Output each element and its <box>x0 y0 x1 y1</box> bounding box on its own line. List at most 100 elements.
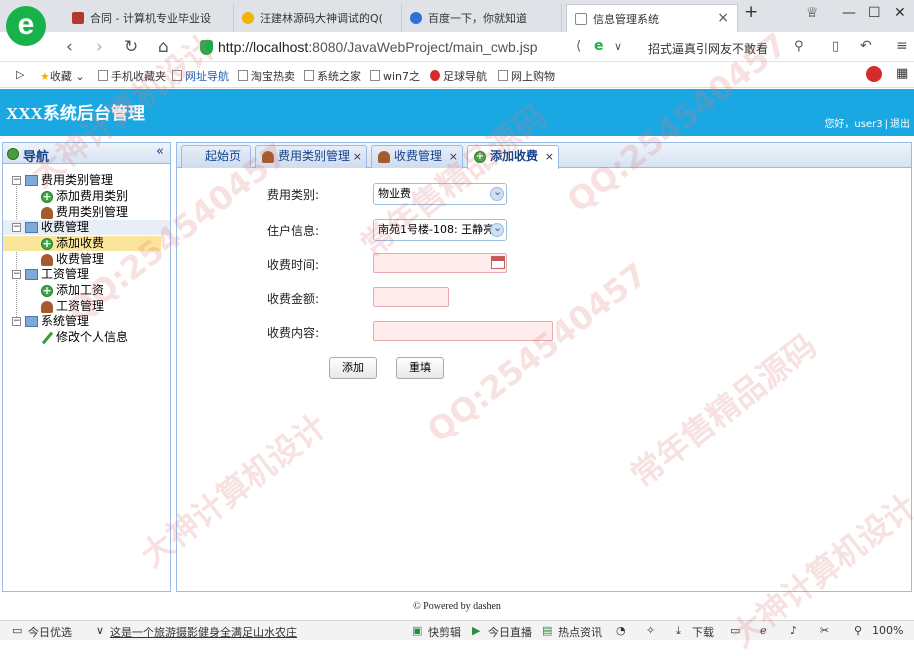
ie-mode-icon[interactable]: e <box>594 38 604 54</box>
tree-folder-salary[interactable]: − 工资管理 <box>3 267 170 282</box>
hot-news-link[interactable]: 热点资讯 <box>558 624 602 640</box>
url-input[interactable]: http://localhost:8080/JavaWebProject/mai… <box>196 37 576 58</box>
zoom-icon[interactable]: ⚲ <box>854 624 862 637</box>
fee-type-select[interactable]: 物业费 <box>373 182 507 205</box>
close-tab-icon[interactable]: × <box>717 10 729 26</box>
tree-item-add-charge[interactable]: + 添加收费 <box>3 236 161 251</box>
collapse-toggle-icon[interactable]: − <box>12 176 21 185</box>
tree-folder-charge[interactable]: − 收费管理 <box>3 220 170 235</box>
separator: | <box>884 119 888 130</box>
tree-item-add-fee-category[interactable]: + 添加费用类别 <box>3 189 170 204</box>
bookmark-favorites[interactable]: ★收藏 ⌄ <box>40 68 85 84</box>
phone-icon[interactable]: ▯ <box>832 39 839 54</box>
forward-icon[interactable]: › <box>96 37 103 57</box>
browser-tab[interactable]: 汪建林源码大神调试的Q( <box>234 4 402 32</box>
tree-item-charge-manage[interactable]: 收费管理 <box>3 252 170 267</box>
calendar-icon[interactable] <box>491 256 505 269</box>
tree-item-salary-manage[interactable]: 工资管理 <box>3 299 170 314</box>
skin-icon[interactable]: ♕ <box>806 5 819 21</box>
collapse-toggle-icon[interactable]: − <box>12 317 21 326</box>
bookmark-item[interactable]: 网址导航 <box>172 68 229 84</box>
browser-tab[interactable]: 合同 - 计算机专业毕业设 <box>64 4 234 32</box>
share-icon[interactable]: ⟨ <box>576 39 581 54</box>
chevron-down-icon[interactable] <box>490 218 504 238</box>
tool-icon[interactable]: ✧ <box>646 624 655 637</box>
reset-button[interactable]: 重填 <box>396 357 444 379</box>
browser-tab-active[interactable]: 信息管理系统 × <box>566 4 738 32</box>
close-tab-icon[interactable]: × <box>545 146 554 167</box>
undo-icon[interactable]: ↶ <box>860 38 872 54</box>
close-tab-icon[interactable]: × <box>353 146 362 167</box>
maximize-icon[interactable]: ☐ <box>868 5 881 21</box>
bookmark-item[interactable]: 网上购物 <box>498 68 555 84</box>
collapse-toggle-icon[interactable]: − <box>12 223 21 232</box>
apps-grid-icon[interactable]: ▦ <box>896 66 908 81</box>
bookmark-label: 收藏 <box>49 70 72 83</box>
screenshot-icon[interactable]: ✂ <box>820 624 829 637</box>
zoom-level[interactable]: 100% <box>872 624 903 637</box>
sidebar-toggle-icon[interactable]: ▷ <box>16 68 24 81</box>
minimize-icon[interactable]: — <box>842 5 856 21</box>
bookmark-item[interactable]: 足球导航 <box>430 68 487 84</box>
page-icon <box>498 70 508 81</box>
add-button[interactable]: 添加 <box>329 357 377 379</box>
content-input[interactable] <box>373 321 553 341</box>
tab-start-page[interactable]: 起始页 <box>181 145 251 168</box>
tree-folder-system[interactable]: − 系统管理 <box>3 314 170 329</box>
user-icon <box>41 207 53 219</box>
tree-folder-label: 工资管理 <box>41 267 90 281</box>
bookmark-item[interactable]: 淘宝热卖 <box>238 68 295 84</box>
speed-icon[interactable]: ◔ <box>616 624 626 637</box>
logout-link[interactable]: 退出 <box>890 119 910 130</box>
bookmark-label: 网址导航 <box>185 70 229 83</box>
window-icon[interactable]: ▭ <box>730 624 740 637</box>
download-link[interactable]: 下载 <box>692 624 714 640</box>
live-link[interactable]: 今日直播 <box>488 624 532 640</box>
tab-charge-manage[interactable]: 收费管理 × <box>371 145 463 168</box>
back-icon[interactable]: ‹ <box>66 37 73 57</box>
form-row-amount: 收费金额: <box>177 287 911 311</box>
tree-folder-label: 收费管理 <box>41 220 90 234</box>
chevron-down-icon[interactable]: ∨ <box>96 624 104 637</box>
tab-fee-category-manage[interactable]: 费用类别管理 × <box>255 145 367 168</box>
tree-item-edit-profile[interactable]: 修改个人信息 <box>3 330 170 345</box>
ie-icon[interactable]: ℯ <box>760 624 767 637</box>
menu-icon[interactable]: ≡ <box>896 38 908 54</box>
clip-icon: ▣ <box>412 624 423 637</box>
browser-status-bar: ▭ 今日优选 ∨ 这是一个旅游摄影健身全满足山水农庄 ▣ 快剪辑 ▶ 今日直播 … <box>0 620 914 640</box>
tree-item-label: 添加工资 <box>56 283 105 297</box>
bookmark-label: 系统之家 <box>317 70 361 83</box>
bookmark-item[interactable]: 手机收藏夹 <box>98 68 166 84</box>
collapse-toggle-icon[interactable]: − <box>12 270 21 279</box>
bookmark-item[interactable]: win7之 <box>370 68 420 84</box>
charge-time-input[interactable] <box>373 253 507 273</box>
user-icon <box>41 301 53 313</box>
resident-select[interactable]: 南苑1号楼-108: 王静亮 <box>373 218 507 241</box>
search-suggestion[interactable]: 招式逼真引网友不敢看 <box>648 40 768 57</box>
refresh-icon[interactable]: ↻ <box>124 37 138 57</box>
tree-folder-fee-category[interactable]: − 费用类别管理 <box>3 173 170 188</box>
home-icon[interactable]: ⌂ <box>158 37 169 57</box>
daily-picks-link[interactable]: 今日优选 <box>28 624 72 640</box>
close-tab-icon[interactable]: × <box>449 146 458 167</box>
chevron-down-icon[interactable]: ∨ <box>614 40 622 53</box>
amount-label: 收费金额: <box>267 292 320 306</box>
collapse-panel-icon[interactable]: « <box>156 144 164 159</box>
bookmark-item[interactable]: 系统之家 <box>304 68 361 84</box>
tree-item-add-salary[interactable]: + 添加工资 <box>3 283 170 298</box>
tree-item-fee-category-manage[interactable]: 费用类别管理 <box>3 205 170 220</box>
status-home-icon[interactable]: ▭ <box>12 624 22 637</box>
tab-add-charge[interactable]: + 添加收费 × <box>467 145 559 169</box>
close-window-icon[interactable]: ✕ <box>894 5 906 21</box>
browser-logo-icon[interactable]: e <box>6 6 46 46</box>
greeting-text: 您好，user3 <box>824 119 883 130</box>
new-tab-button[interactable]: + <box>744 2 758 22</box>
amount-input[interactable] <box>373 287 449 307</box>
search-icon[interactable]: ⚲ <box>794 39 804 54</box>
chevron-down-icon[interactable] <box>490 182 504 202</box>
quick-clip-link[interactable]: 快剪辑 <box>428 624 461 640</box>
news-ticker-link[interactable]: 这是一个旅游摄影健身全满足山水农庄 <box>110 624 297 640</box>
volume-icon[interactable]: ♪ <box>790 624 797 637</box>
browser-tab[interactable]: 百度一下，你就知道 <box>402 4 562 32</box>
coin-icon[interactable] <box>866 66 882 82</box>
